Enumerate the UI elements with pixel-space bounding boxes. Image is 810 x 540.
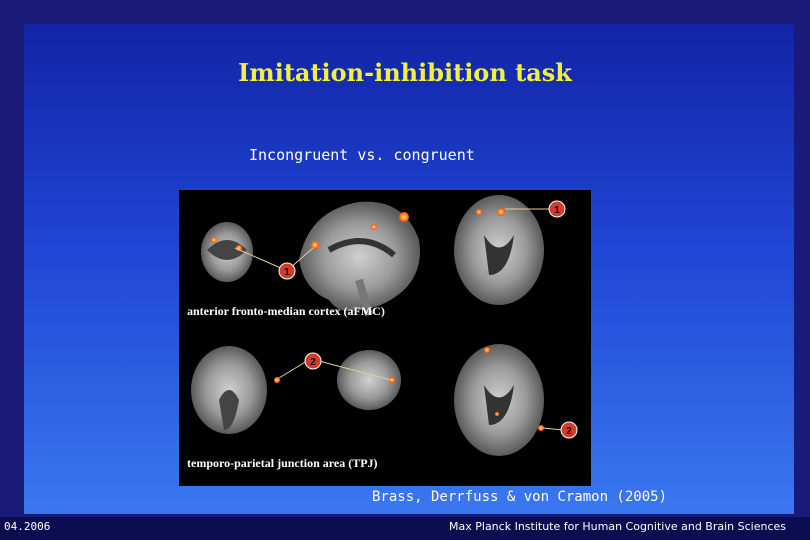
parietal-slice	[337, 350, 401, 410]
marker-2-bottom-text: 2	[566, 426, 572, 437]
slide-title: Imitation-inhibition task	[238, 58, 572, 87]
axial-slice-top	[454, 195, 544, 305]
marker-1-bottom: 1	[278, 262, 296, 280]
marker-2-top-text: 2	[310, 357, 316, 368]
footer-date: 04.2006	[4, 520, 51, 533]
marker-1-bottom-text: 1	[284, 267, 290, 278]
marker-2-bottom: 2	[560, 421, 578, 439]
marker-1-top: 1	[548, 200, 566, 218]
citation: Brass, Derrfuss & von Cramon (2005)	[372, 489, 668, 505]
marker-1-top-text: 1	[554, 205, 560, 216]
footer-institute: Max Planck Institute for Human Cognitive…	[449, 520, 786, 533]
slide-subtitle: Incongruent vs. congruent	[249, 146, 475, 164]
coronal-slice-bottom	[191, 346, 280, 434]
sagittal-slice	[299, 201, 420, 317]
tpj-label: temporo-parietal junction area (TPJ)	[187, 456, 378, 470]
marker-2-top: 2	[304, 352, 322, 370]
axial-slice-bottom	[454, 344, 544, 456]
brain-images: 1 1 2 2	[191, 195, 578, 456]
brain-figure: 1 1 2 2 anterior fronto-median cortex (a…	[179, 190, 591, 486]
afmc-label: anterior fronto-median cortex (aFMC)	[187, 304, 385, 318]
